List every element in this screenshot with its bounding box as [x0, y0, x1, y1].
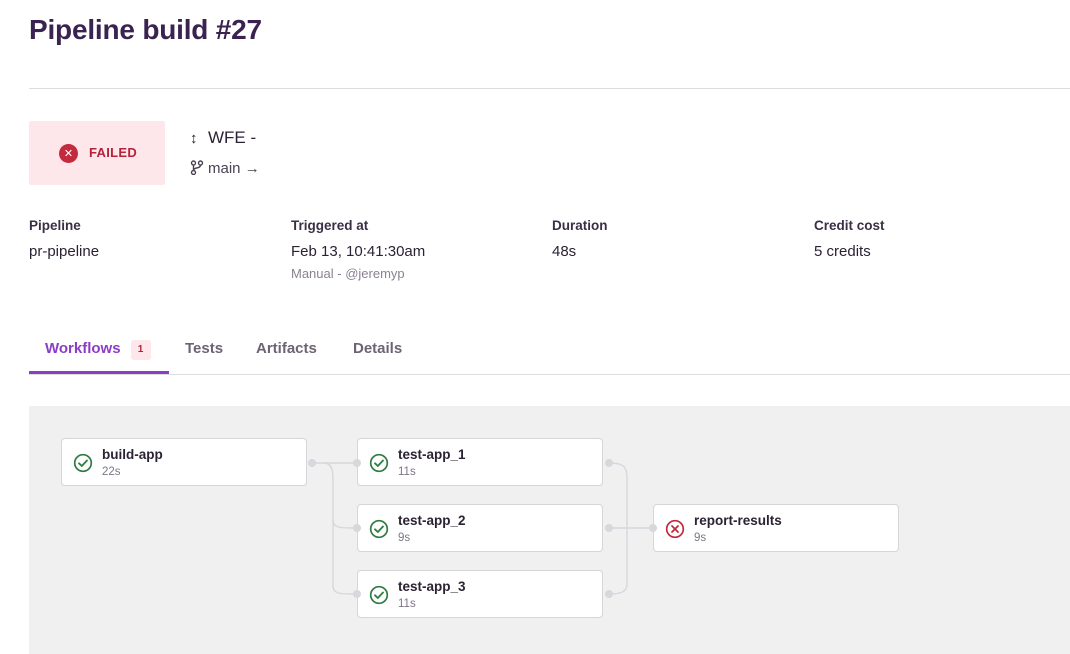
meta-triggered-sub: Manual - @jeremyp — [291, 266, 405, 281]
job-report-results[interactable]: report-results 9s — [653, 504, 899, 552]
commit-link[interactable]: ↕ WFE - — [190, 128, 268, 148]
branch-name: main — [208, 160, 241, 177]
meta-triggered: Triggered at Feb 13, 10:41:30am Manual -… — [291, 218, 425, 281]
check-circle-icon — [369, 519, 389, 539]
job-duration: 22s — [102, 466, 121, 478]
meta-pipeline-value[interactable]: pr-pipeline — [29, 243, 99, 260]
meta-credit-label: Credit cost — [814, 218, 885, 233]
meta-duration-value: 48s — [552, 243, 577, 260]
tab-workflows-badge: 1 — [130, 340, 151, 360]
job-test-app-1[interactable]: test-app_1 11s — [357, 438, 603, 486]
job-name: test-app_3 — [398, 579, 466, 594]
commit-arrow-icon: ↕ — [190, 130, 198, 147]
x-circle-icon: ✕ — [59, 144, 78, 163]
meta-duration-label: Duration — [552, 218, 608, 233]
meta-credit: Credit cost 5 credits — [814, 218, 885, 260]
meta-credit-value: 5 credits — [814, 243, 871, 260]
branch-link[interactable]: main → — [190, 160, 260, 177]
tab-bar: Workflows 1 Tests Artifacts Details — [29, 330, 1070, 375]
input-port — [353, 524, 361, 532]
tab-artifacts[interactable]: Artifacts — [256, 340, 317, 357]
job-test-app-3[interactable]: test-app_3 11s — [357, 570, 603, 618]
job-test-app-2[interactable]: test-app_2 9s — [357, 504, 603, 552]
meta-duration: Duration 48s — [552, 218, 608, 260]
commit-text: WFE - — [208, 128, 257, 147]
job-duration: 11s — [398, 466, 416, 478]
job-name: test-app_2 — [398, 513, 466, 528]
x-circle-icon — [665, 519, 685, 539]
workflow-graph: build-app 22s test-app_1 11s test-app_2 … — [29, 406, 1070, 654]
output-port — [605, 590, 613, 598]
input-port — [353, 459, 361, 467]
job-name: report-results — [694, 513, 782, 528]
job-duration: 9s — [398, 532, 411, 544]
tab-workflows-label: Workflows — [45, 340, 121, 357]
job-duration: 9s — [694, 532, 707, 544]
job-name: test-app_1 — [398, 447, 466, 462]
active-tab-indicator — [29, 371, 169, 374]
input-port — [649, 524, 657, 532]
output-port — [605, 459, 613, 467]
check-circle-icon — [369, 453, 389, 473]
output-port — [605, 524, 613, 532]
branch-icon — [190, 160, 204, 176]
output-port — [308, 459, 316, 467]
status-badge: ✕ FAILED — [29, 121, 165, 185]
tab-tests[interactable]: Tests — [185, 340, 223, 357]
page-title: Pipeline build #27 — [29, 14, 262, 45]
header-divider — [29, 88, 1070, 89]
job-name: build-app — [102, 447, 163, 462]
branch-arrow-icon: → — [244, 160, 260, 177]
job-duration: 11s — [398, 598, 416, 610]
job-build-app[interactable]: build-app 22s — [61, 438, 307, 486]
input-port — [353, 590, 361, 598]
tab-workflows[interactable]: Workflows 1 — [45, 340, 151, 360]
tab-details[interactable]: Details — [353, 340, 402, 357]
check-circle-icon — [369, 585, 389, 605]
check-circle-icon — [73, 453, 93, 473]
meta-pipeline-label: Pipeline — [29, 218, 81, 233]
meta-triggered-value: Feb 13, 10:41:30am — [291, 243, 426, 260]
meta-triggered-label: Triggered at — [291, 218, 369, 233]
meta-pipeline: Pipeline pr-pipeline — [29, 218, 99, 260]
status-label: FAILED — [89, 145, 138, 160]
